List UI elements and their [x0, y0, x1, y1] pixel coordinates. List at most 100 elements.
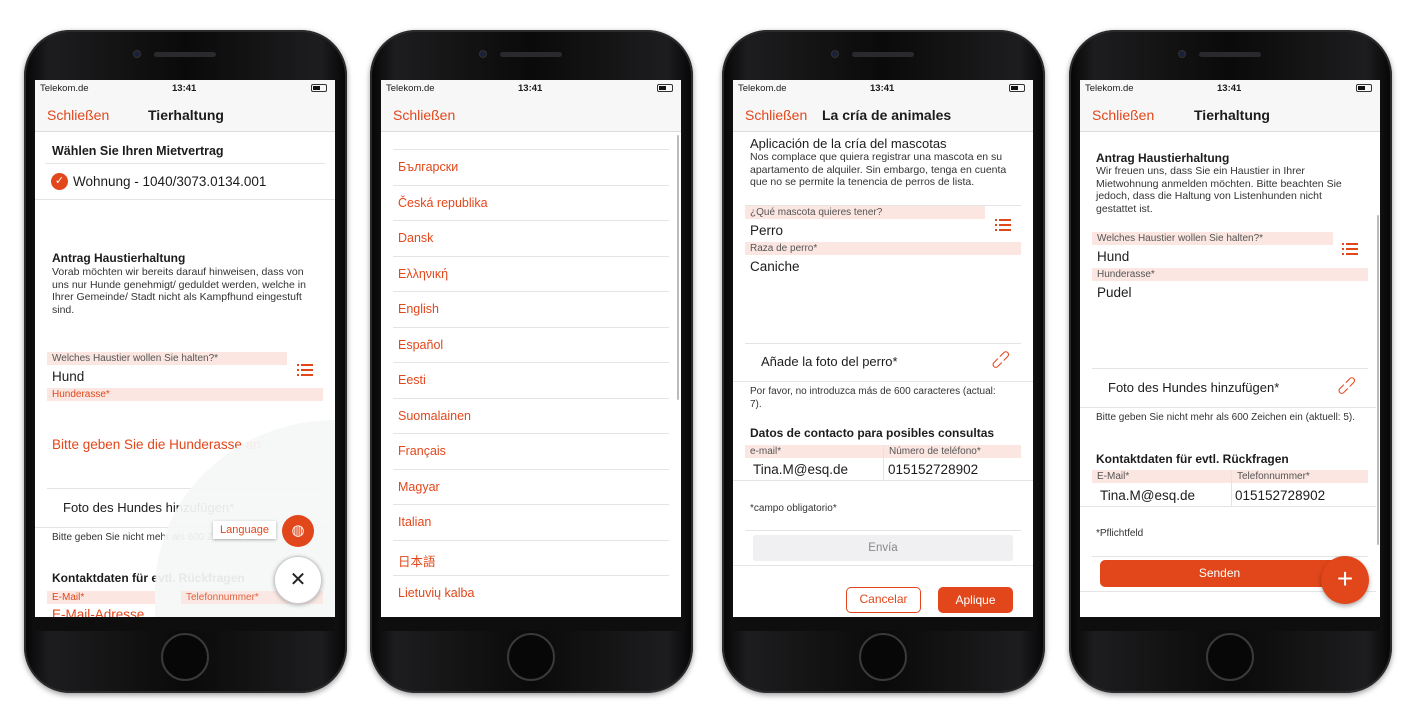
divider — [393, 291, 669, 292]
close-button[interactable]: Schließen — [1092, 107, 1154, 123]
pet-label: Welches Haustier wollen Sie halten?* — [1092, 232, 1333, 245]
photo-upload[interactable]: Foto des Hundes hinzufügen* — [1108, 380, 1279, 395]
char-hint: Por favor, no introduzca más de 600 cara… — [750, 386, 996, 410]
pet-label: Welches Haustier wollen Sie halten?* — [47, 352, 287, 365]
breed-input[interactable]: Bitte geben Sie die Hunderasse an — [52, 437, 261, 452]
divider — [393, 184, 669, 186]
speaker — [852, 52, 914, 57]
language-item[interactable]: Ελληνική — [398, 267, 448, 281]
home-button[interactable] — [507, 633, 555, 681]
list-icon[interactable] — [995, 219, 1011, 231]
language-item[interactable]: Français — [398, 444, 446, 458]
globe-icon[interactable]: ◍ — [282, 515, 314, 547]
divider — [393, 504, 669, 505]
language-item[interactable]: 日本語 — [398, 551, 436, 570]
add-fab-plus-icon[interactable]: + — [1321, 556, 1369, 604]
required-note: *campo obligatorio* — [750, 503, 837, 514]
divider — [883, 457, 884, 480]
language-item[interactable]: Česká republika — [398, 196, 488, 210]
phone-input[interactable]: 015152728902 — [888, 462, 978, 477]
language-item[interactable]: Magyar — [398, 480, 440, 494]
language-item[interactable]: English — [398, 302, 439, 316]
screen: Telekom.de 13:41 Schließen Български Česká… — [381, 80, 681, 617]
contact-heading: Datos de contacto para posibles consulta… — [750, 426, 995, 440]
pet-input[interactable]: Hund — [1097, 249, 1129, 264]
divider — [45, 163, 325, 164]
divider — [393, 575, 669, 576]
close-button[interactable]: Schließen — [393, 107, 455, 123]
bottom-bezel — [733, 617, 1033, 631]
breed-label: Hunderasse* — [1092, 268, 1368, 281]
apply-button[interactable]: Aplique — [938, 587, 1013, 613]
nav-bar: Schließen La cría de animales — [733, 97, 1033, 132]
list-icon[interactable] — [1342, 243, 1358, 255]
page-title: Tierhaltung — [1194, 107, 1270, 123]
phone-3: Telekom.de 13:41 Schließen La cría de anim… — [722, 30, 1045, 693]
paperclip-icon[interactable]: ⊂⊃ — [986, 345, 1015, 374]
home-button[interactable] — [1206, 633, 1254, 681]
divider — [733, 480, 1033, 481]
divider — [733, 565, 1033, 566]
contract-select[interactable]: Wohnung - 1040/3073.0134.001 — [73, 174, 266, 189]
pet-input[interactable]: Perro — [750, 223, 783, 238]
screen: Telekom.de 13:41 Schließen Tierhaltung Wäh… — [35, 80, 335, 617]
language-item[interactable]: Lietuvių kalba — [398, 586, 474, 600]
phone-input[interactable]: 015152728902 — [1235, 488, 1325, 503]
char-hint: Bitte geben Sie nicht mehr als 600 Zeich… — [1096, 412, 1356, 423]
breed-label: Hunderasse* — [47, 388, 323, 401]
clock: 13:41 — [1217, 83, 1242, 94]
pet-label: ¿Qué mascota quieres tener? — [745, 206, 985, 219]
cancel-button[interactable]: Cancelar — [846, 587, 921, 613]
submit-button[interactable]: Senden — [1100, 560, 1339, 587]
language-tooltip[interactable]: Language — [213, 521, 276, 539]
language-item[interactable]: Eesti — [398, 373, 426, 387]
divider — [745, 343, 1021, 344]
scrollbar[interactable] — [677, 135, 679, 400]
language-item[interactable]: Dansk — [398, 231, 433, 245]
divider — [393, 326, 669, 328]
language-item[interactable]: Español — [398, 338, 443, 352]
pet-input[interactable]: Hund — [52, 369, 84, 384]
home-button[interactable] — [161, 633, 209, 681]
carrier: Telekom.de — [1085, 83, 1134, 94]
contract-heading: Wählen Sie Ihren Mietvertrag — [52, 144, 224, 158]
divider — [1080, 506, 1376, 507]
carrier: Telekom.de — [40, 83, 89, 94]
breed-input[interactable]: Pudel — [1097, 285, 1132, 300]
intro-text: Vorab möchten wir bereits darauf hinweis… — [52, 266, 306, 316]
battery-icon — [1356, 84, 1372, 92]
photo-upload[interactable]: Añade la foto del perro* — [761, 354, 898, 369]
list-icon[interactable] — [297, 364, 313, 376]
email-label: e-mail* — [745, 445, 883, 458]
divider — [745, 530, 1021, 531]
divider — [393, 397, 669, 399]
close-icon[interactable]: ✕ — [274, 556, 322, 604]
divider — [393, 468, 669, 470]
email-input[interactable]: E-Mail-Adresse — [52, 607, 144, 617]
battery-icon — [657, 84, 673, 92]
camera — [831, 50, 839, 58]
language-item[interactable]: Italian — [398, 515, 431, 529]
divider — [1231, 483, 1232, 506]
language-item[interactable]: Suomalainen — [398, 409, 471, 423]
speaker — [154, 52, 216, 57]
submit-button[interactable]: Envía — [753, 535, 1013, 561]
scrollbar[interactable] — [1377, 215, 1379, 545]
breed-input[interactable]: Caniche — [750, 259, 800, 274]
email-input[interactable]: Tina.M@esq.de — [753, 462, 848, 477]
contact-heading: Kontaktdaten für evtl. Rückfragen — [1096, 452, 1289, 466]
status-bar: Telekom.de 13:41 — [381, 80, 681, 97]
intro-text: Wir freuen uns, dass Sie ein Haustier in… — [1096, 165, 1342, 215]
home-button[interactable] — [859, 633, 907, 681]
email-input[interactable]: Tina.M@esq.de — [1100, 488, 1195, 503]
divider — [393, 220, 669, 221]
carrier: Telekom.de — [738, 83, 787, 94]
intro-heading: Antrag Haustierhaltung — [1096, 151, 1230, 165]
divider — [393, 362, 669, 363]
close-button[interactable]: Schließen — [745, 107, 807, 123]
language-item[interactable]: Български — [398, 160, 458, 174]
phone-1: Telekom.de 13:41 Schließen Tierhaltung Wäh… — [24, 30, 347, 693]
divider — [1092, 556, 1368, 557]
paperclip-icon[interactable]: ⊂⊃ — [1332, 371, 1361, 400]
close-button[interactable]: Schließen — [47, 107, 109, 123]
